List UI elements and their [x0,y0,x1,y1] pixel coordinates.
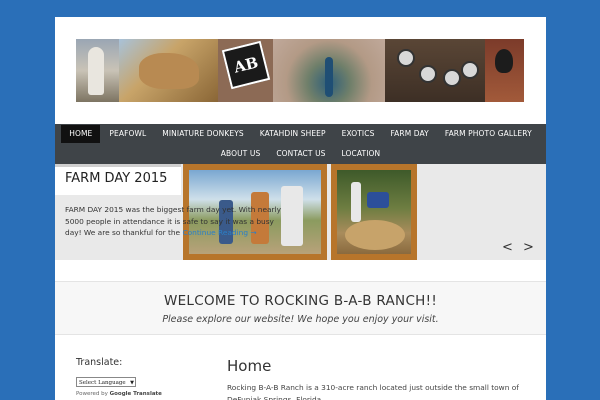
slide-text: FARM DAY 2015 was the biggest farm day y… [65,204,285,239]
home-intro-text: Rocking B-A-B Ranch is a 310-acre ranch … [227,383,519,400]
nav-item-location[interactable]: LOCATION [334,145,389,163]
slide-title: FARM DAY 2015 [65,171,168,186]
google-translate-label: Google Translate [109,391,162,397]
page-container: AB HOME PEAFOWL MINIATURE DONKEYS KATAHD… [55,17,546,400]
main-navigation: HOME PEAFOWL MINIATURE DONKEYS KATAHDIN … [55,124,546,164]
visitor-figure [367,192,389,208]
powered-by-google[interactable]: Powered by Google Translate [76,391,162,397]
header-banner[interactable]: AB [76,39,524,102]
translate-label: Translate: [76,357,123,368]
nav-item-home[interactable]: HOME [61,125,101,143]
welcome-section: WELCOME TO ROCKING B-A-B RANCH!! Please … [55,281,546,335]
logo-panel: AB [218,39,273,102]
camel-photo [119,39,218,102]
ranch-logo[interactable]: AB [221,40,271,90]
chevron-down-icon: ▼ [130,380,134,386]
nav-item-katahdin-sheep[interactable]: KATAHDIN SHEEP [252,125,334,143]
llama-photo [76,39,119,102]
slider-next-button[interactable]: > [523,240,534,255]
lemur-figure [397,49,415,67]
peacock-photo [273,39,385,102]
lemurs-photo [385,39,485,102]
nav-item-exotics[interactable]: EXOTICS [334,125,383,143]
nav-item-farm-day[interactable]: FARM DAY [382,125,436,143]
nav-item-miniature-donkeys[interactable]: MINIATURE DONKEYS [154,125,251,143]
welcome-title: WELCOME TO ROCKING B-A-B RANCH!! [163,293,438,309]
welcome-subtitle: Please explore our website! We hope you … [162,314,439,325]
featured-slider: FARM DAY 2015 FARM DAY 2015 was the bigg… [55,164,546,260]
nav-item-about-us[interactable]: ABOUT US [213,145,269,163]
hay-bale [345,220,405,250]
rooster-photo [485,39,524,102]
nav-item-contact-us[interactable]: CONTACT US [268,145,333,163]
powered-by-label: Powered by [76,391,108,397]
lemur-figure [419,65,437,83]
visitor-figure [351,182,361,222]
continue-reading-link[interactable]: Continue Reading → [182,228,256,237]
slider-prev-button[interactable]: < [502,240,513,255]
farm-day-photo-2-image [337,170,411,254]
page-title: Home [227,357,272,375]
nav-item-farm-photo-gallery[interactable]: FARM PHOTO GALLERY [437,125,540,143]
nav-row-secondary: ABOUT US CONTACT US LOCATION [55,145,546,163]
lemur-figure [461,61,479,79]
farm-day-photo-2[interactable] [331,164,417,260]
lemur-figure [443,69,461,87]
nav-row-primary: HOME PEAFOWL MINIATURE DONKEYS KATAHDIN … [55,124,546,144]
slide-title-box: FARM DAY 2015 [55,164,181,195]
language-select[interactable]: Select Language ▼ [76,377,136,387]
language-select-value: Select Language [79,380,126,386]
nav-item-peafowl[interactable]: PEAFOWL [101,125,154,143]
